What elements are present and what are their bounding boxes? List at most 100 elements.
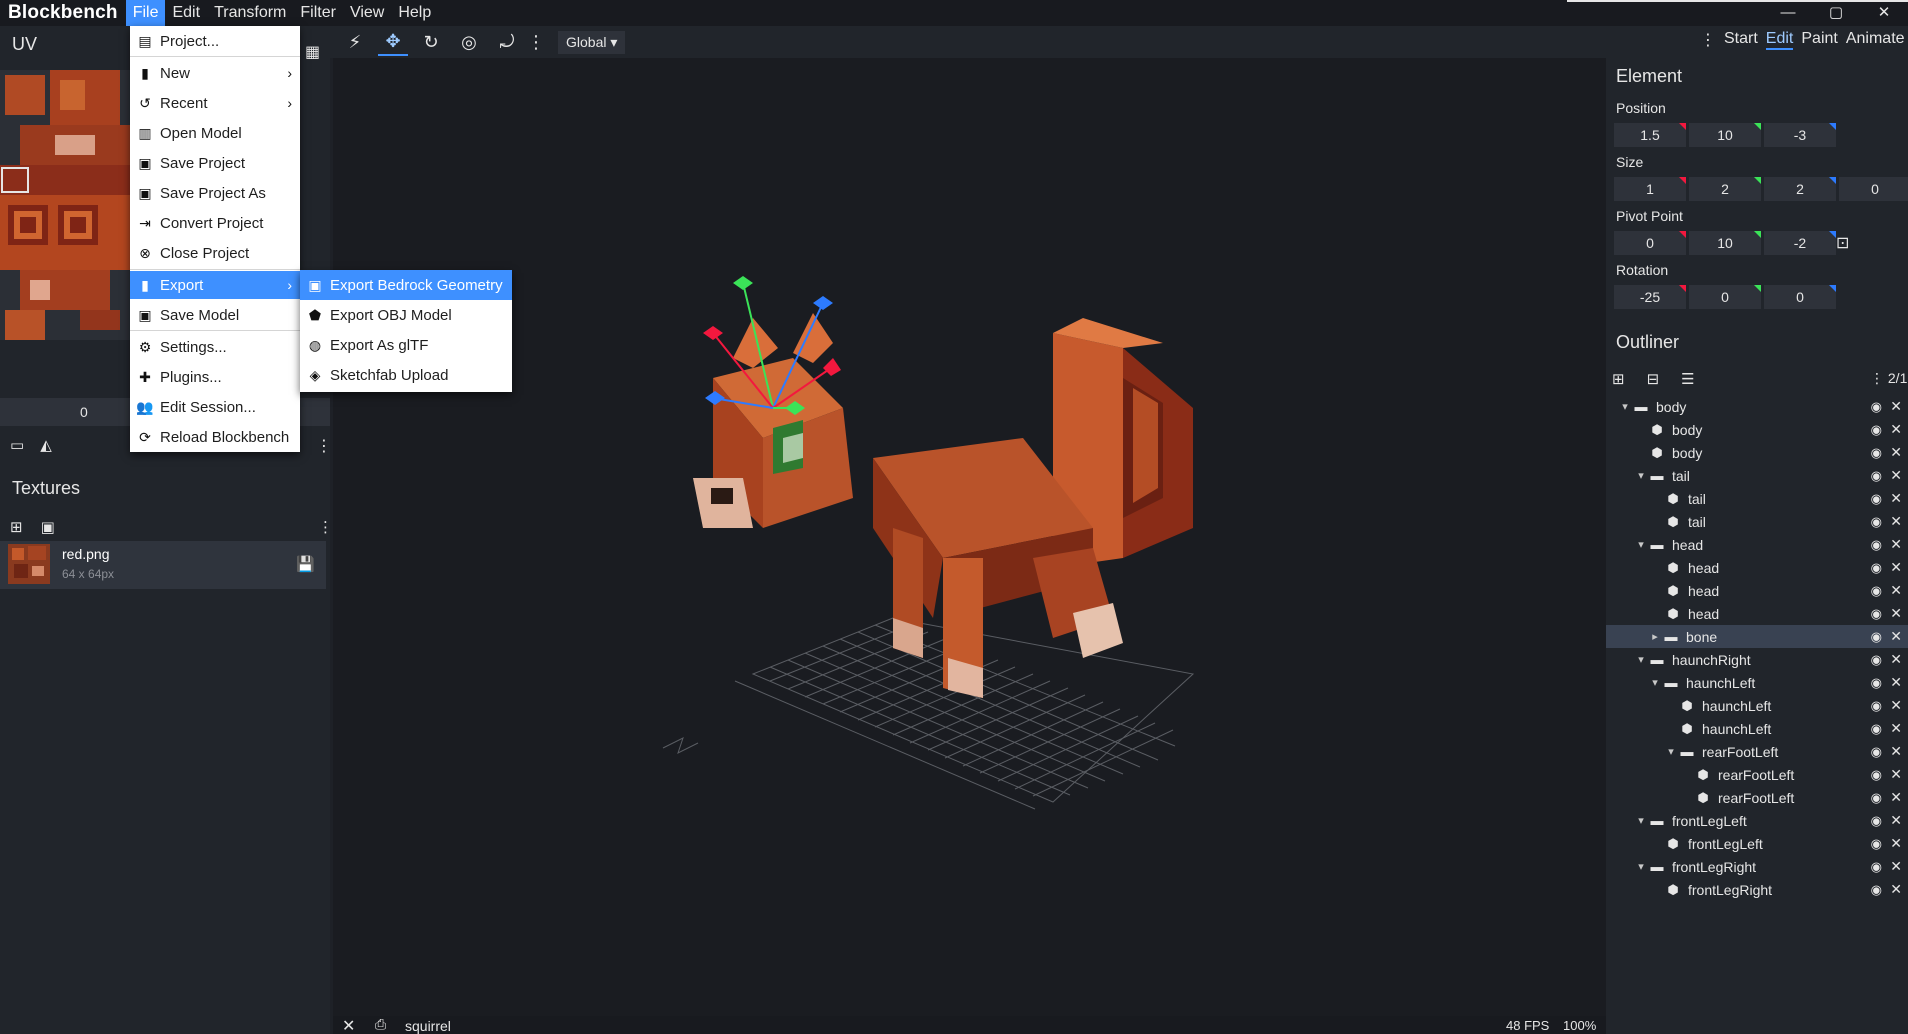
menu-help[interactable]: Help (391, 0, 438, 26)
chevron-down-icon[interactable]: ▾ (1634, 860, 1648, 873)
eye-icon[interactable]: ◉ (1871, 836, 1882, 852)
3d-viewport[interactable] (333, 58, 1610, 1016)
pivot-x-field[interactable]: 0 (1614, 231, 1686, 255)
toolbar-more-icon[interactable]: ⋮ (527, 28, 545, 56)
menu-item-export-obj[interactable]: ⬟ Export OBJ Model (300, 300, 512, 330)
close-icon[interactable]: ✕ (1890, 536, 1902, 553)
menu-item-export-gltf[interactable]: ◍ Export As glTF (300, 330, 512, 360)
rectangle-icon[interactable]: ▭ (10, 436, 24, 454)
tree-row[interactable]: ⬢ body ◉ ✕ (1606, 418, 1908, 441)
menu-file[interactable]: File (125, 0, 166, 26)
eye-icon[interactable]: ◉ (1871, 445, 1882, 461)
tree-row[interactable]: ⬢ tail ◉ ✕ (1606, 487, 1908, 510)
chevron-down-icon[interactable]: ▾ (1618, 400, 1632, 413)
close-icon[interactable]: ✕ (1890, 766, 1902, 783)
menu-item-close-project[interactable]: ⊗ Close Project (130, 239, 300, 267)
tree-row[interactable]: ⬢ head ◉ ✕ (1606, 602, 1908, 625)
eye-icon[interactable]: ◉ (1871, 537, 1882, 553)
menu-item-settings[interactable]: ⚙ Settings... (130, 333, 300, 361)
close-icon[interactable]: ✕ (1890, 444, 1902, 461)
close-icon[interactable]: ✕ (1890, 421, 1902, 438)
tree-row[interactable]: ⬢ frontLegRight ◉ ✕ (1606, 878, 1908, 901)
menu-filter[interactable]: Filter (293, 0, 343, 26)
position-z-field[interactable]: -3 (1764, 123, 1836, 147)
move-tool-icon[interactable]: ✥ (378, 28, 408, 56)
tree-row[interactable]: ⬢ haunchLeft ◉ ✕ (1606, 694, 1908, 717)
chevron-down-icon[interactable]: ▾ (1664, 745, 1678, 758)
eye-icon[interactable]: ◉ (1871, 721, 1882, 737)
collapse-all-icon[interactable]: ☰ (1681, 370, 1694, 388)
more-vertical-icon[interactable]: ⋮ (316, 436, 332, 456)
inflate-field[interactable]: 0 (1839, 177, 1908, 201)
eye-icon[interactable]: ◉ (1871, 422, 1882, 438)
chevron-down-icon[interactable]: ▾ (1634, 538, 1648, 551)
eye-icon[interactable]: ◉ (1871, 399, 1882, 415)
add-group-icon[interactable]: ⊟ (1647, 370, 1660, 388)
close-icon[interactable]: ✕ (1890, 674, 1902, 691)
eye-icon[interactable]: ◉ (1871, 767, 1882, 783)
menu-edit[interactable]: Edit (165, 0, 207, 26)
tree-row[interactable]: ▾ ▬ haunchLeft ◉ ✕ (1606, 671, 1908, 694)
close-tab-icon[interactable]: ✕ (342, 1016, 355, 1034)
close-icon[interactable]: ✕ (1890, 628, 1902, 645)
close-icon[interactable]: ✕ (1890, 467, 1902, 484)
position-y-field[interactable]: 10 (1689, 123, 1761, 147)
close-icon[interactable]: ✕ (1890, 651, 1902, 668)
add-cube-icon[interactable]: ⊞ (1612, 370, 1625, 388)
modes-more-icon[interactable]: ⋮ (1700, 30, 1716, 50)
tab-paint[interactable]: Paint (1801, 30, 1837, 50)
tree-row[interactable]: ▾ ▬ tail ◉ ✕ (1606, 464, 1908, 487)
rotation-x-field[interactable]: -25 (1614, 285, 1686, 309)
grid-icon[interactable]: ▦ (305, 42, 320, 62)
menu-transform[interactable]: Transform (207, 0, 293, 26)
tree-row[interactable]: ▾ ▬ frontLegLeft ◉ ✕ (1606, 809, 1908, 832)
close-window-button[interactable]: ✕ (1860, 0, 1908, 24)
size-z-field[interactable]: 2 (1764, 177, 1836, 201)
eye-icon[interactable]: ◉ (1871, 698, 1882, 714)
close-icon[interactable]: ✕ (1890, 559, 1902, 576)
rotation-z-field[interactable]: 0 (1764, 285, 1836, 309)
tree-row[interactable]: ▸ ▬ bone ◉ ✕ (1606, 625, 1908, 648)
minimize-button[interactable]: — (1764, 0, 1812, 24)
menu-item-save-model[interactable]: ▣ Save Model (130, 301, 300, 329)
save-texture-icon[interactable]: 💾 (296, 555, 315, 573)
chevron-right-icon[interactable]: ▸ (1648, 630, 1662, 643)
menu-item-save-project[interactable]: ▣ Save Project (130, 149, 300, 177)
menu-item-reload[interactable]: ⟳ Reload Blockbench (130, 423, 300, 451)
tree-row[interactable]: ▾ ▬ head ◉ ✕ (1606, 533, 1908, 556)
menu-item-plugins[interactable]: ✚ Plugins... (130, 363, 300, 391)
menu-item-open-model[interactable]: ▥ Open Model (130, 119, 300, 147)
menu-item-export[interactable]: ▮ Export › (130, 271, 300, 299)
close-icon[interactable]: ✕ (1890, 835, 1902, 852)
vertex-snap-icon[interactable]: ⚡ (340, 28, 370, 56)
eye-icon[interactable]: ◉ (1871, 744, 1882, 760)
tab-edit[interactable]: Edit (1765, 30, 1794, 50)
eye-icon[interactable]: ◉ (1871, 859, 1882, 875)
close-icon[interactable]: ✕ (1890, 513, 1902, 530)
menu-item-save-project-as[interactable]: ▣ Save Project As (130, 179, 300, 207)
eye-icon[interactable]: ◉ (1871, 790, 1882, 806)
eye-icon[interactable]: ◉ (1871, 514, 1882, 530)
menu-item-convert-project[interactable]: ⇥ Convert Project (130, 209, 300, 237)
close-icon[interactable]: ✕ (1890, 858, 1902, 875)
eye-icon[interactable]: ◉ (1871, 882, 1882, 898)
maximize-button[interactable]: ▢ (1812, 0, 1860, 24)
tree-row[interactable]: ⬢ body ◉ ✕ (1606, 441, 1908, 464)
eye-icon[interactable]: ◉ (1871, 583, 1882, 599)
screenshot-icon[interactable]: ⎙ (375, 1016, 386, 1033)
transform-space-select[interactable]: Global ▾ (558, 30, 626, 54)
size-x-field[interactable]: 1 (1614, 177, 1686, 201)
tree-row[interactable]: ▾ ▬ frontLegRight ◉ ✕ (1606, 855, 1908, 878)
tree-row[interactable]: ⬢ rearFootLeft ◉ ✕ (1606, 786, 1908, 809)
center-pivot-icon[interactable]: ⊡ (1836, 233, 1849, 253)
close-icon[interactable]: ✕ (1890, 789, 1902, 806)
close-icon[interactable]: ✕ (1890, 697, 1902, 714)
menu-item-sketchfab[interactable]: ◈ Sketchfab Upload (300, 360, 512, 390)
position-x-field[interactable]: 1.5 (1614, 123, 1686, 147)
chevron-down-icon[interactable]: ▾ (1648, 676, 1662, 689)
close-icon[interactable]: ✕ (1890, 398, 1902, 415)
eye-icon[interactable]: ◉ (1871, 629, 1882, 645)
menu-item-export-bedrock[interactable]: ▣ Export Bedrock Geometry (300, 270, 512, 300)
close-icon[interactable]: ✕ (1890, 812, 1902, 829)
tree-row[interactable]: ▾ ▬ haunchRight ◉ ✕ (1606, 648, 1908, 671)
